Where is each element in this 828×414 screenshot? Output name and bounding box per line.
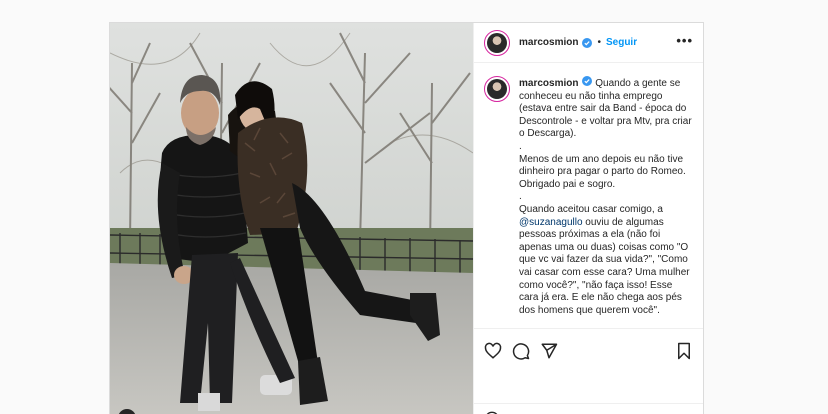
header-separator: • — [597, 37, 601, 48]
header-username[interactable]: marcosmion — [519, 37, 578, 48]
caption-verified-badge-icon — [582, 76, 593, 86]
bookmark-icon[interactable] — [675, 342, 693, 360]
mention-link[interactable]: @suzanagullo — [519, 217, 583, 228]
caption-line-3-start: Quando aceitou casar comigo, a — [519, 203, 663, 215]
post-photo[interactable] — [110, 23, 473, 414]
post-header: marcosmion • Seguir ••• — [474, 23, 703, 63]
instagram-post: marcosmion • Seguir ••• marcosmion Quand… — [109, 22, 704, 414]
caption-line-3-end: ouviu de algumas pessoas próximas a ela … — [519, 216, 690, 316]
action-bar — [474, 328, 703, 372]
caption-dot-2: . — [519, 191, 522, 203]
share-icon[interactable] — [540, 342, 558, 360]
caption-line-2: Menos de um ano depois eu não tive dinhe… — [519, 153, 686, 190]
caption-username[interactable]: marcosmion — [519, 78, 578, 89]
caption-dot-1: . — [519, 140, 522, 152]
caption-text: marcosmion Quando a gente se conheceu eu… — [519, 76, 693, 328]
more-options-icon[interactable]: ••• — [676, 34, 693, 50]
couple-photo — [110, 23, 473, 414]
post-side-panel: marcosmion • Seguir ••• marcosmion Quand… — [473, 23, 703, 414]
caption-section: marcosmion Quando a gente se conheceu eu… — [474, 63, 703, 328]
comment-icon[interactable] — [512, 342, 530, 360]
follow-button[interactable]: Seguir — [606, 37, 637, 48]
caption-avatar[interactable] — [484, 76, 510, 102]
heart-icon[interactable] — [484, 342, 502, 360]
comment-row — [474, 403, 703, 414]
emoji-icon[interactable] — [484, 411, 500, 414]
avatar[interactable] — [484, 29, 510, 56]
verified-badge-icon — [582, 37, 593, 48]
